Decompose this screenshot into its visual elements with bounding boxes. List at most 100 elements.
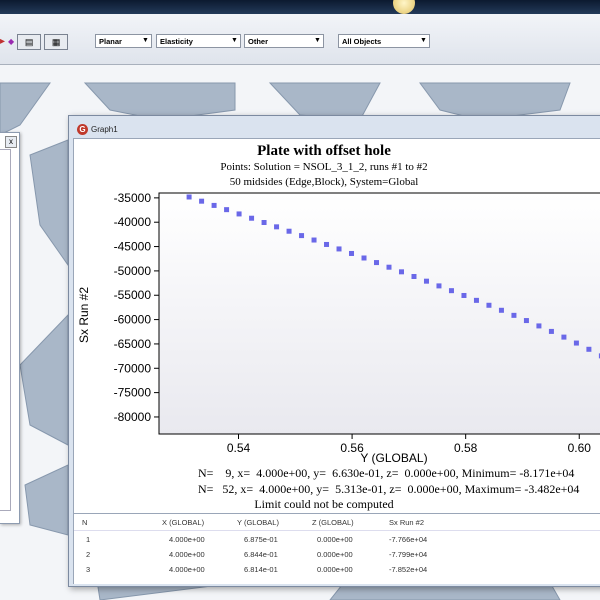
data-point[interactable] — [286, 228, 292, 234]
data-point[interactable] — [311, 237, 317, 243]
cell-y: 6.875e-01 — [244, 535, 278, 544]
layers-button[interactable]: ▦ — [44, 34, 69, 50]
dimension-select[interactable]: Planar ▼ — [95, 34, 152, 48]
data-point[interactable] — [548, 328, 554, 334]
data-point[interactable] — [199, 198, 205, 204]
data-point[interactable] — [386, 264, 392, 270]
data-point[interactable] — [336, 246, 342, 252]
data-point[interactable] — [299, 233, 305, 239]
y-tick-label: -55000 — [114, 288, 152, 302]
data-point[interactable] — [411, 273, 417, 279]
y-tick-label: -40000 — [114, 215, 152, 229]
analysis-select-value: Elasticity — [160, 37, 193, 46]
column-header-x[interactable]: X (GLOBAL) — [162, 518, 204, 527]
mesh-element — [19, 313, 69, 446]
chevron-down-icon: ▼ — [420, 37, 427, 44]
data-point[interactable] — [473, 297, 479, 303]
data-point[interactable] — [349, 250, 355, 256]
chevron-down-icon: ▼ — [142, 37, 149, 44]
probe-icon[interactable]: ◆ — [8, 35, 14, 49]
y-tick-label: -70000 — [114, 361, 152, 375]
close-icon[interactable]: x — [5, 136, 17, 148]
results-table[interactable]: N X (GLOBAL) Y (GLOBAL) Z (GLOBAL) Sx Ru… — [74, 513, 600, 584]
data-point[interactable] — [324, 241, 330, 247]
side-window[interactable]: x — [0, 132, 20, 524]
y-tick-label: -75000 — [114, 386, 152, 400]
mesh-element — [29, 139, 69, 267]
data-point[interactable] — [186, 194, 192, 200]
data-point[interactable] — [274, 224, 280, 230]
data-point[interactable] — [586, 346, 592, 352]
limit-info-line: Limit could not be computed — [254, 497, 394, 511]
analysis-select[interactable]: Elasticity ▼ — [156, 34, 241, 48]
data-point[interactable] — [436, 283, 442, 289]
toolbar-button-group: ▸ ◆ ▤ ▦ — [0, 34, 69, 50]
x-tick-label: 0.58 — [454, 441, 478, 455]
column-header-y[interactable]: Y (GLOBAL) — [237, 518, 279, 527]
data-point[interactable] — [423, 278, 429, 284]
app-icon: G — [77, 124, 88, 135]
data-point[interactable] — [211, 202, 217, 208]
graph-window[interactable]: G Graph1 Plate with offset hole Points: … — [68, 115, 600, 587]
chevron-down-icon: ▼ — [231, 37, 238, 44]
mesh-element — [0, 82, 51, 136]
x-axis-label: Y (GLOBAL) — [360, 451, 427, 465]
y-tick-label: -50000 — [114, 264, 152, 278]
data-point[interactable] — [261, 220, 267, 226]
data-point[interactable] — [361, 255, 367, 261]
cell-sx: -7.852e+04 — [389, 565, 428, 574]
table-row[interactable]: 3 4.000e+00 6.814e-01 0.000e+00 -7.852e+… — [74, 563, 600, 577]
y-tick-label: -65000 — [114, 337, 152, 351]
data-point[interactable] — [536, 323, 542, 329]
data-point[interactable] — [561, 334, 567, 340]
start-orb-icon[interactable] — [393, 0, 415, 14]
side-window-pane — [0, 149, 11, 511]
x-tick-label: 0.60 — [568, 441, 592, 455]
column-header-z[interactable]: Z (GLOBAL) — [312, 518, 354, 527]
column-header-n[interactable]: N — [82, 518, 87, 527]
printer-icon: ▤ — [24, 36, 34, 47]
data-point[interactable] — [486, 302, 492, 308]
cell-x: 4.000e+00 — [169, 535, 205, 544]
data-point[interactable] — [249, 215, 255, 221]
objects-select[interactable]: All Objects ▼ — [338, 34, 430, 48]
table-row[interactable]: 1 4.000e+00 6.875e-01 0.000e+00 -7.766e+… — [74, 533, 600, 547]
y-tick-label: -80000 — [114, 410, 152, 424]
x-tick-label: 0.54 — [227, 441, 251, 455]
table-header: N X (GLOBAL) Y (GLOBAL) Z (GLOBAL) Sx Ru… — [74, 516, 600, 531]
data-point[interactable] — [236, 211, 242, 217]
mesh-element — [24, 464, 69, 536]
chevron-down-icon: ▼ — [314, 37, 321, 44]
data-point[interactable] — [374, 260, 380, 266]
y-tick-label: -60000 — [114, 313, 152, 327]
y-axis-label: Sx Run #2 — [77, 287, 91, 343]
arrow-icon[interactable]: ▸ — [0, 35, 5, 49]
stress-plot[interactable]: -35000 -40000 -45000 -50000 -55000 -60000 -650… — [74, 139, 600, 479]
other-select[interactable]: Other ▼ — [244, 34, 324, 48]
cell-n: 3 — [86, 565, 91, 574]
data-point[interactable] — [448, 288, 454, 294]
objects-select-value: All Objects — [342, 37, 382, 46]
table-row[interactable]: 2 4.000e+00 6.844e-01 0.000e+00 -7.799e+… — [74, 548, 600, 562]
column-header-sx[interactable]: Sx Run #2 — [389, 518, 424, 527]
y-tick-label: -45000 — [114, 240, 152, 254]
window-title: Graph1 — [91, 125, 118, 134]
dimension-select-value: Planar — [99, 37, 122, 46]
data-point[interactable] — [498, 307, 504, 313]
data-point[interactable] — [523, 318, 529, 324]
graph-window-titlebar[interactable]: G Graph1 — [69, 116, 600, 138]
cell-sx: -7.766e+04 — [389, 535, 428, 544]
graph-client-area: Plate with offset hole Points: Solution … — [73, 138, 600, 584]
data-point[interactable] — [573, 340, 579, 346]
cell-sx: -7.799e+04 — [389, 550, 428, 559]
cell-x: 4.000e+00 — [169, 565, 205, 574]
cell-n: 2 — [86, 550, 91, 559]
data-point[interactable] — [224, 207, 230, 213]
cell-y: 6.844e-01 — [244, 550, 278, 559]
data-point[interactable] — [461, 292, 467, 298]
data-point[interactable] — [511, 312, 517, 318]
data-point[interactable] — [398, 269, 404, 275]
desktop-top-strip — [0, 0, 600, 14]
print-button[interactable]: ▤ — [17, 34, 42, 50]
max-info-line: N= 52, x= 4.000e+00, y= 5.313e-01, z= 0.… — [198, 482, 580, 496]
